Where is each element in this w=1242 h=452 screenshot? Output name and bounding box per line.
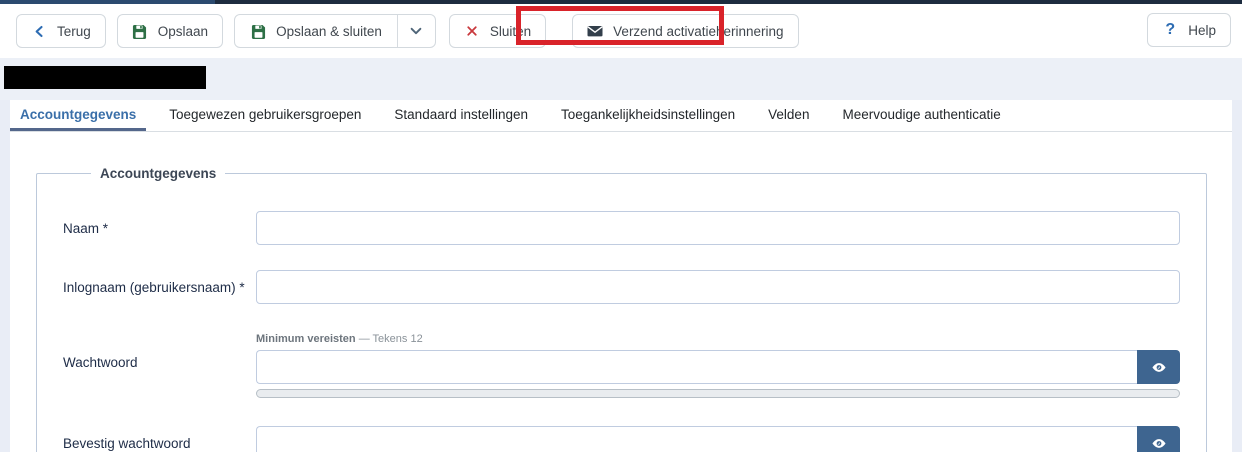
tab-toegewezen-gebruikersgroepen[interactable]: Toegewezen gebruikersgroepen bbox=[159, 100, 371, 131]
inlognaam-label: Inlognaam (gebruikersnaam) * bbox=[63, 279, 245, 295]
bevestig-wachtwoord-label: Bevestig wachtwoord bbox=[63, 435, 191, 451]
form-row-wachtwoord: Wachtwoord Minimum vereisten — Tekens 12 bbox=[63, 333, 1180, 398]
save-close-button[interactable]: Opslaan & sluiten bbox=[235, 15, 397, 47]
send-activation-reminder-label: Verzend activatieherinnering bbox=[613, 23, 784, 39]
wachtwoord-input[interactable] bbox=[256, 350, 1137, 384]
floppy-disk-icon bbox=[132, 23, 148, 39]
close-button[interactable]: Sluiten bbox=[448, 14, 547, 48]
x-icon bbox=[464, 23, 480, 39]
tab-label: Accountgegevens bbox=[20, 106, 137, 122]
question-mark-icon: ? bbox=[1165, 21, 1176, 38]
eye-icon bbox=[1151, 359, 1167, 375]
envelope-icon bbox=[587, 23, 603, 39]
toggle-password-visibility-button[interactable] bbox=[1137, 350, 1180, 384]
toolbar: Terug Opslaan Opslaan & sluiten Sluiten bbox=[0, 4, 1242, 58]
save-button-label: Opslaan bbox=[157, 23, 209, 39]
bevestig-wachtwoord-input-group bbox=[256, 426, 1180, 452]
back-button[interactable]: Terug bbox=[16, 14, 106, 48]
password-requirements-hint: Minimum vereisten — Tekens 12 bbox=[256, 333, 1180, 346]
chevron-down-icon bbox=[408, 23, 424, 39]
tab-bar: Accountgegevens Toegewezen gebruikersgro… bbox=[10, 100, 1232, 132]
naam-input[interactable] bbox=[256, 211, 1180, 245]
inlognaam-control bbox=[256, 270, 1180, 304]
tab-label: Standaard instellingen bbox=[394, 106, 529, 122]
tab-label: Toegankelijkheidsinstellingen bbox=[561, 106, 736, 122]
floppy-disk-icon bbox=[250, 23, 266, 39]
send-activation-reminder-button[interactable]: Verzend activatieherinnering bbox=[572, 14, 799, 48]
tab-velden[interactable]: Velden bbox=[758, 100, 819, 131]
help-button-label: Help bbox=[1188, 22, 1216, 38]
form-row-naam: Naam * bbox=[63, 211, 1180, 245]
tab-label: Velden bbox=[768, 106, 810, 122]
tab-panel-accountgegevens: Accountgegevens Naam * Inlognaam (gebrui… bbox=[10, 132, 1232, 452]
hint-bold-text: Minimum vereisten bbox=[256, 333, 356, 345]
close-button-label: Sluiten bbox=[489, 23, 532, 39]
tab-label: Toegewezen gebruikersgroepen bbox=[169, 106, 362, 122]
wachtwoord-input-group bbox=[256, 350, 1180, 384]
naam-control bbox=[256, 211, 1180, 245]
page-subheader bbox=[0, 58, 1242, 100]
back-button-label: Terug bbox=[57, 23, 91, 39]
eye-icon bbox=[1151, 435, 1167, 451]
bevestig-wachtwoord-control bbox=[256, 426, 1180, 452]
tab-meervoudige-authenticatie[interactable]: Meervoudige authenticatie bbox=[832, 100, 1010, 131]
help-button[interactable]: ? Help bbox=[1147, 13, 1231, 47]
save-options-dropdown-toggle[interactable] bbox=[396, 15, 435, 47]
tab-standaard-instellingen[interactable]: Standaard instellingen bbox=[384, 100, 538, 131]
form-row-inlognaam: Inlognaam (gebruikersnaam) * bbox=[63, 270, 1180, 304]
content-card: Accountgegevens Toegewezen gebruikersgro… bbox=[10, 100, 1232, 452]
naam-label: Naam * bbox=[63, 220, 109, 236]
inlognaam-input[interactable] bbox=[256, 270, 1180, 304]
chevron-left-icon bbox=[31, 23, 47, 39]
account-details-fieldset: Accountgegevens Naam * Inlognaam (gebrui… bbox=[36, 166, 1207, 452]
tab-label: Meervoudige authenticatie bbox=[842, 106, 1001, 122]
wachtwoord-control: Minimum vereisten — Tekens 12 bbox=[256, 333, 1180, 398]
wachtwoord-label: Wachtwoord bbox=[63, 355, 138, 370]
save-close-button-label: Opslaan & sluiten bbox=[276, 23, 382, 39]
hint-rest-text: — Tekens 12 bbox=[355, 333, 423, 345]
toggle-confirm-password-visibility-button[interactable] bbox=[1137, 426, 1180, 452]
redacted-title-bar bbox=[4, 66, 206, 89]
password-strength-meter bbox=[256, 389, 1180, 398]
save-close-split-button: Opslaan & sluiten bbox=[234, 14, 436, 48]
fieldset-legend: Accountgegevens bbox=[100, 166, 217, 181]
save-button[interactable]: Opslaan bbox=[116, 14, 224, 48]
bevestig-wachtwoord-input[interactable] bbox=[256, 426, 1137, 452]
form-row-bevestig-wachtwoord: Bevestig wachtwoord bbox=[63, 426, 1180, 452]
tab-toegankelijkheidsinstellingen[interactable]: Toegankelijkheidsinstellingen bbox=[551, 100, 745, 131]
tab-accountgegevens[interactable]: Accountgegevens bbox=[10, 100, 147, 131]
